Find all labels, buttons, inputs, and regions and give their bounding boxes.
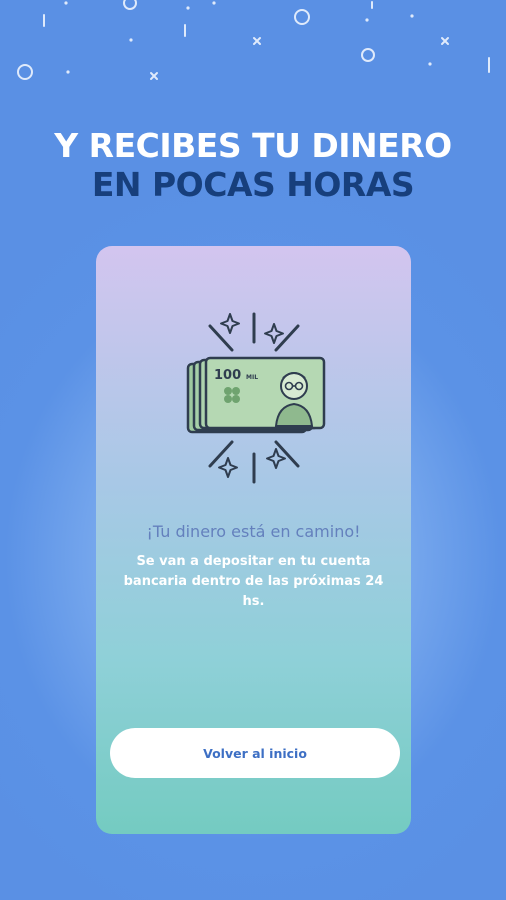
banknote-unit: MIL	[246, 374, 258, 381]
confetti-circle-icon	[17, 64, 33, 80]
sparkle-icon	[218, 457, 238, 478]
confetti-dot-icon	[66, 70, 70, 74]
confetti-cross-icon	[150, 72, 158, 80]
confetti-dot-icon	[365, 18, 369, 22]
confetti-circle-icon	[294, 9, 310, 25]
money-illustration: 100 MIL	[186, 312, 326, 484]
burst-rays-bottom	[208, 440, 300, 484]
sparkle-icon	[266, 448, 286, 469]
confetti-dot-icon	[410, 14, 414, 18]
card-title: ¡Tu dinero está en camino!	[146, 522, 361, 541]
confetti-cross-icon	[441, 37, 449, 45]
confetti-dot-icon	[186, 6, 190, 10]
sparkle-icon	[220, 313, 240, 334]
headline-line-2: EN POCAS HORAS	[91, 165, 415, 204]
confetti-circle-icon	[361, 48, 375, 62]
confetti-decoration	[17, 0, 490, 80]
confetti-dot-icon	[428, 62, 432, 66]
card-description: Se van a depositar en tu cuenta bancaria…	[123, 554, 384, 609]
confirmation-card: 100 MIL ¡Tu dinero está en camino! Se va…	[96, 246, 411, 834]
confetti-dot-icon	[64, 1, 68, 5]
sparkle-icon	[264, 323, 284, 344]
back-to-home-button[interactable]: Volver al inicio	[110, 728, 400, 778]
burst-rays-top	[208, 312, 300, 352]
banknote-value: 100	[214, 368, 241, 383]
confetti-dot-icon	[212, 1, 216, 5]
confetti-cross-icon	[253, 37, 261, 45]
confetti-circle-icon	[123, 0, 137, 10]
confetti-dot-icon	[129, 38, 133, 42]
banknote-icon: 100 MIL	[204, 356, 326, 430]
headline-line-1: Y RECIBES TU DINERO	[54, 126, 452, 165]
